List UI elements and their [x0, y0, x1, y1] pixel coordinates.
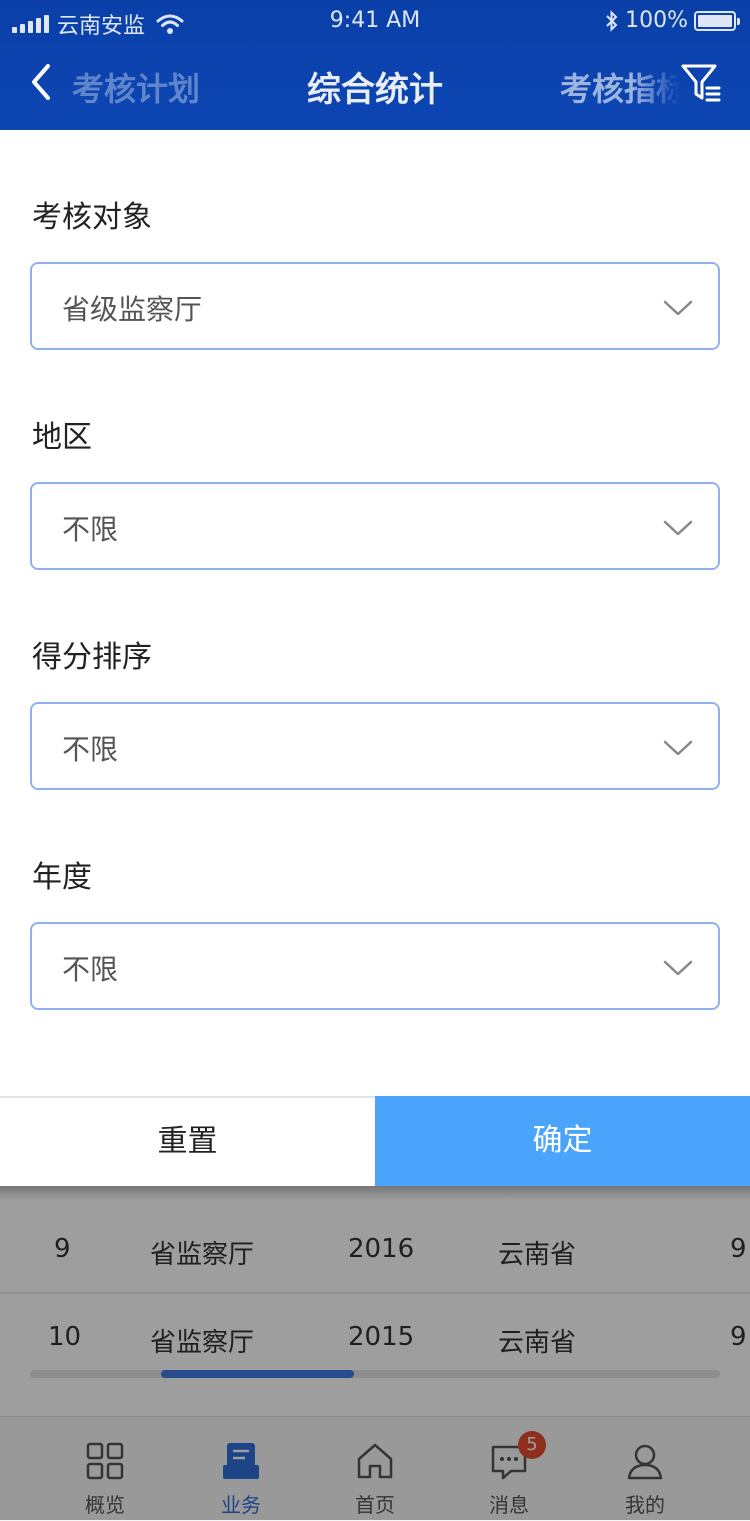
tab-assessment-indicators[interactable]: 考核指标	[560, 64, 680, 110]
modal-overlay[interactable]	[0, 1186, 750, 1520]
field-label-assessment-target: 考核对象	[32, 200, 152, 235]
filter-icon[interactable]	[680, 62, 722, 104]
battery-percent: 100%	[625, 8, 688, 33]
select-region[interactable]: 不限	[30, 482, 720, 570]
select-value: 省级监察厅	[62, 293, 203, 326]
battery-icon	[694, 10, 740, 31]
select-assessment-target[interactable]: 省级监察厅	[30, 262, 720, 350]
select-value: 不限	[62, 733, 119, 766]
action-buttons: 重置 确定	[0, 1096, 750, 1186]
reset-button[interactable]: 重置	[0, 1096, 375, 1186]
chevron-down-icon	[663, 520, 693, 536]
field-label-region: 地区	[32, 420, 92, 455]
confirm-button[interactable]: 确定	[375, 1096, 750, 1186]
field-label-year: 年度	[32, 860, 92, 895]
select-value: 不限	[62, 953, 119, 986]
select-score-sort[interactable]: 不限	[30, 702, 720, 790]
status-bar: 云南安监 9:41 AM 100%	[0, 0, 750, 44]
chevron-down-icon	[663, 740, 693, 756]
select-value: 不限	[62, 513, 119, 546]
panel-shadow	[0, 1186, 750, 1200]
bluetooth-icon	[606, 9, 618, 32]
select-year[interactable]: 不限	[30, 922, 720, 1010]
chevron-down-icon	[663, 960, 693, 976]
filter-panel: 考核对象 省级监察厅 地区 不限 得分排序 不限 年度 不限 重置 确定	[0, 130, 750, 1186]
field-label-score-sort: 得分排序	[32, 640, 152, 675]
header: 云南安监 9:41 AM 100% 考核计划 综合统计 考核指标	[0, 0, 750, 130]
chevron-down-icon	[663, 300, 693, 316]
